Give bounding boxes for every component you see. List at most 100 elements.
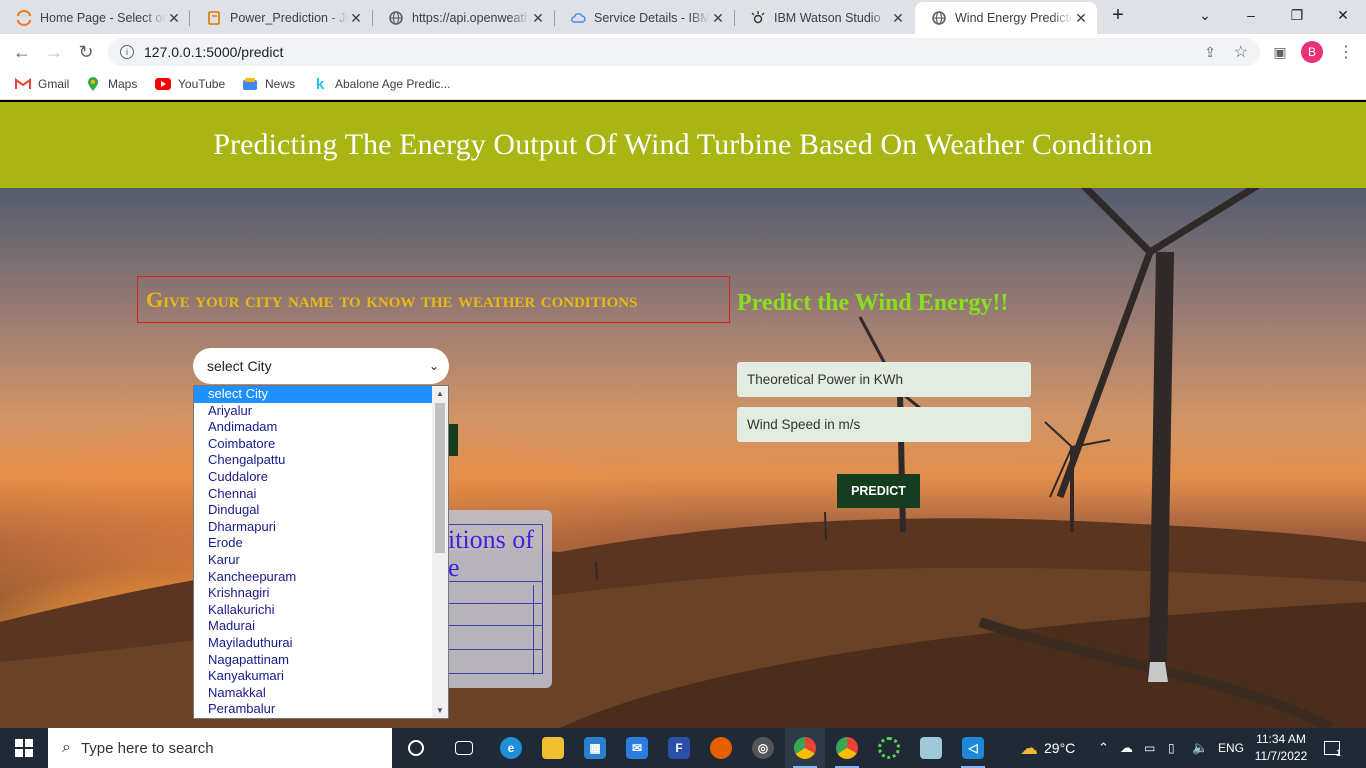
menu-kebab-icon[interactable]: ⋮: [1334, 40, 1358, 64]
new-tab-button[interactable]: +: [1100, 0, 1136, 30]
side-panel-icon[interactable]: ▣: [1268, 40, 1292, 64]
city-option[interactable]: Madurai: [194, 618, 433, 635]
wind-speed-input[interactable]: Wind Speed in m/s: [737, 407, 1031, 442]
store-app[interactable]: ▦: [575, 728, 615, 768]
city-option[interactable]: Coimbatore: [194, 436, 433, 453]
edge-icon: e: [500, 737, 522, 759]
city-option[interactable]: Chennai: [194, 486, 433, 503]
info-icon[interactable]: i: [120, 45, 134, 59]
weather-widget[interactable]: ☁ 29°C: [1020, 728, 1075, 768]
bookmark-gmail[interactable]: Gmail: [15, 76, 69, 92]
close-icon[interactable]: ✕: [530, 10, 546, 27]
bookmark-maps[interactable]: Maps: [85, 76, 137, 92]
tab-search-chevron-icon[interactable]: ⌄: [1182, 0, 1228, 30]
chrome-profile-app[interactable]: [785, 728, 825, 768]
notes-icon: [920, 737, 942, 759]
scroll-up-icon[interactable]: ▲: [432, 386, 448, 401]
city-option[interactable]: select City: [194, 386, 433, 403]
city-option[interactable]: Kancheepuram: [194, 569, 433, 586]
bookmark-news[interactable]: News: [242, 76, 295, 92]
tab-wind-energy-active[interactable]: Wind Energy Prediction ✕: [915, 2, 1097, 34]
onedrive-icon[interactable]: ☁: [1120, 728, 1133, 768]
close-icon[interactable]: ✕: [890, 10, 906, 27]
anaconda-app[interactable]: ◎: [743, 728, 783, 768]
start-button[interactable]: [0, 728, 48, 768]
tab-home-page[interactable]: Home Page - Select or create a notebook …: [0, 2, 190, 34]
firefox-app[interactable]: [701, 728, 741, 768]
city-option[interactable]: Nagapattinam: [194, 652, 433, 669]
city-option[interactable]: Perambalur: [194, 701, 433, 718]
city-option[interactable]: Karur: [194, 552, 433, 569]
theoretical-power-input[interactable]: Theoretical Power in KWh: [737, 362, 1031, 397]
file-explorer-app[interactable]: [533, 728, 573, 768]
taskbar-search[interactable]: ⌕ Type here to search: [48, 728, 392, 768]
table-column-divider: [533, 585, 534, 675]
city-option[interactable]: Dindugal: [194, 502, 433, 519]
windows-icon: [15, 739, 33, 757]
bookmark-star-icon[interactable]: ☆: [1234, 42, 1248, 62]
scrollbar-thumb[interactable]: [435, 403, 445, 553]
profile-avatar[interactable]: B: [1301, 41, 1323, 63]
city-option[interactable]: Krishnagiri: [194, 585, 433, 602]
reload-button[interactable]: ↻: [74, 40, 98, 64]
windows-taskbar: ⌕ Type here to search e ▦ ✉ F ◎ ◁ ☁ 29°C…: [0, 728, 1366, 768]
close-icon[interactable]: ✕: [348, 10, 364, 27]
task-view-button[interactable]: [444, 728, 484, 768]
share-icon[interactable]: ⇪: [1204, 44, 1216, 61]
tab-title: Service Details - IBM Cloud: [594, 11, 710, 25]
tab-service-details[interactable]: Service Details - IBM Cloud ✕: [554, 2, 734, 34]
city-option[interactable]: Cuddalore: [194, 469, 433, 486]
vscode-app[interactable]: ◁: [953, 728, 993, 768]
mail-app[interactable]: ✉: [617, 728, 657, 768]
loading-app[interactable]: [869, 728, 909, 768]
bookmarks-bar: Gmail Maps YouTube News k Abalone Age Pr…: [0, 70, 1366, 100]
forward-button[interactable]: →: [42, 40, 66, 64]
clock[interactable]: 11:34 AM 11/7/2022: [1246, 731, 1316, 765]
language-indicator[interactable]: ENG: [1218, 728, 1244, 768]
cortana-button[interactable]: [396, 728, 436, 768]
close-icon[interactable]: ✕: [710, 10, 726, 27]
notebook-icon: [206, 10, 222, 26]
tray-chevron-icon[interactable]: ⌃: [1098, 728, 1109, 768]
city-option[interactable]: Namakkal: [194, 685, 433, 702]
city-option[interactable]: Mayiladuthurai: [194, 635, 433, 652]
city-dropdown-list[interactable]: select City Ariyalur Andimadam Coimbatore Ch…: [193, 385, 449, 719]
close-icon[interactable]: ✕: [1073, 10, 1089, 27]
globe-icon: [388, 10, 404, 26]
city-option[interactable]: Kanyakumari: [194, 668, 433, 685]
minimize-button[interactable]: –: [1228, 0, 1274, 30]
address-bar[interactable]: i 127.0.0.1:5000/predict ⇪ ☆: [108, 38, 1260, 66]
tab-power-prediction[interactable]: Power_Prediction - Jupyter Notebook ✕: [190, 2, 372, 34]
volume-icon[interactable]: 🔈: [1192, 728, 1208, 768]
get-weather-button[interactable]: [449, 424, 458, 456]
city-option[interactable]: Chengalpattu: [194, 452, 433, 469]
watson-icon: [750, 10, 766, 26]
vscode-icon: ◁: [962, 737, 984, 759]
edge-app[interactable]: e: [491, 728, 531, 768]
close-window-button[interactable]: ✕: [1320, 0, 1366, 30]
city-option[interactable]: Erode: [194, 535, 433, 552]
city-option[interactable]: Kallakurichi: [194, 602, 433, 619]
city-option[interactable]: Dharmapuri: [194, 519, 433, 536]
notes-app[interactable]: [911, 728, 951, 768]
tab-openweather[interactable]: https://api.openweathermap.org ✕: [372, 2, 554, 34]
bookmark-label: YouTube: [178, 77, 226, 91]
bookmark-youtube[interactable]: YouTube: [155, 76, 225, 92]
city-select[interactable]: select City ⌄: [193, 348, 449, 384]
close-icon[interactable]: ✕: [166, 10, 182, 27]
network-icon[interactable]: ▭: [1144, 728, 1155, 768]
maximize-button[interactable]: ❐: [1274, 0, 1320, 30]
battery-icon[interactable]: ▯: [1168, 728, 1175, 768]
bookmark-abalone[interactable]: k Abalone Age Predic...: [312, 76, 451, 93]
scroll-down-icon[interactable]: ▼: [432, 703, 448, 718]
back-button[interactable]: ←: [10, 40, 34, 64]
dropdown-scrollbar[interactable]: ▲ ▼: [432, 386, 448, 718]
city-option[interactable]: Ariyalur: [194, 403, 433, 420]
app-f-icon-button[interactable]: F: [659, 728, 699, 768]
table-divider: [447, 625, 542, 626]
chrome-app[interactable]: [827, 728, 867, 768]
predict-button[interactable]: PREDICT: [837, 474, 920, 508]
notification-center[interactable]: 1: [1324, 728, 1341, 768]
city-option[interactable]: Andimadam: [194, 419, 433, 436]
tab-watson-studio[interactable]: IBM Watson Studio ✕: [734, 2, 914, 34]
